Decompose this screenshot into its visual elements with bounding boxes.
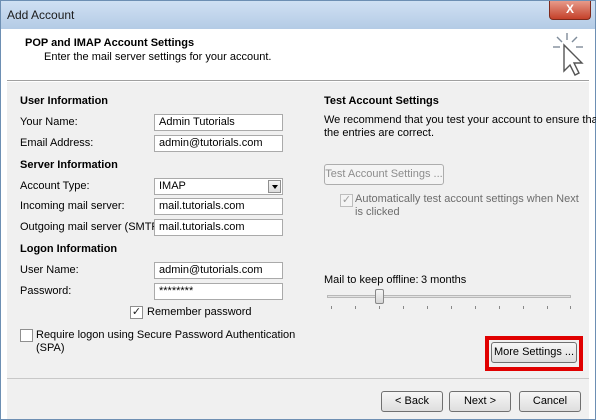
mail-offline-slider-thumb[interactable] [375,289,384,304]
username-input[interactable]: admin@tutorials.com [154,262,283,279]
slider-tick [570,306,571,309]
spa-label-line1: Require logon using Secure Password Auth… [36,329,296,341]
header-title: POP and IMAP Account Settings [25,37,195,49]
account-type-label: Account Type: [20,180,90,192]
cancel-button[interactable]: Cancel [519,391,581,412]
spa-label-line2: (SPA) [36,342,65,354]
slider-tick [331,306,332,309]
password-label: Password: [20,285,72,297]
your-name-label: Your Name: [20,116,78,128]
outgoing-server-label: Outgoing mail server (SMTP): [20,221,166,233]
remember-password-checkbox[interactable]: ✓ [130,306,143,319]
auto-test-label-line2: is clicked [355,206,400,218]
email-label: Email Address: [20,137,94,149]
slider-tick [355,306,356,309]
password-input[interactable]: ******** [154,283,283,300]
logon-info-heading: Logon Information [20,243,118,255]
outgoing-server-input[interactable]: mail.tutorials.com [154,219,283,236]
back-button[interactable]: < Back [381,391,443,412]
mail-offline-value: 3 months [421,274,467,286]
user-info-heading: User Information [20,95,109,107]
window-title: Add Account [7,8,75,22]
mail-offline-slider-track[interactable] [327,295,571,298]
slider-tick [379,306,380,309]
slider-tick [427,306,428,309]
more-settings-button[interactable]: More Settings ... [491,342,577,363]
slider-tick [523,306,524,309]
add-account-dialog: Add Account X POP and IMAP Account Setti… [0,0,596,420]
cursor-click-icon [553,33,584,76]
incoming-server-input[interactable]: mail.tutorials.com [154,198,283,215]
incoming-server-label: Incoming mail server: [20,200,125,212]
test-account-settings-button[interactable]: Test Account Settings ... [324,164,444,185]
slider-tick [403,306,404,309]
mail-offline-label: Mail to keep offline: [324,274,419,286]
test-settings-heading: Test Account Settings [324,95,439,107]
your-name-input[interactable]: Admin Tutorials [154,114,283,131]
username-label: User Name: [20,264,79,276]
account-type-value: IMAP [159,180,186,192]
remember-password-label: Remember password [147,306,252,318]
slider-tick [499,306,500,309]
chevron-down-icon[interactable] [268,180,281,193]
slider-tick [547,306,548,309]
title-bar: Add Account X [1,1,595,29]
close-button[interactable]: X [549,1,591,20]
account-type-select[interactable]: IMAP [154,178,283,195]
slider-tick [475,306,476,309]
test-settings-desc-line1: We recommend that you test your account … [324,114,596,126]
auto-test-label-line1: Automatically test account settings when… [355,193,579,205]
test-settings-desc-line2: the entries are correct. [324,127,435,139]
auto-test-checkbox[interactable]: ✓ [340,194,353,207]
slider-tick [451,306,452,309]
spa-checkbox[interactable] [20,329,33,342]
header-subtitle: Enter the mail server settings for your … [44,51,272,63]
email-input[interactable]: admin@tutorials.com [154,135,283,152]
dialog-header: POP and IMAP Account Settings Enter the … [7,29,589,81]
server-info-heading: Server Information [20,159,118,171]
next-button[interactable]: Next > [449,391,511,412]
